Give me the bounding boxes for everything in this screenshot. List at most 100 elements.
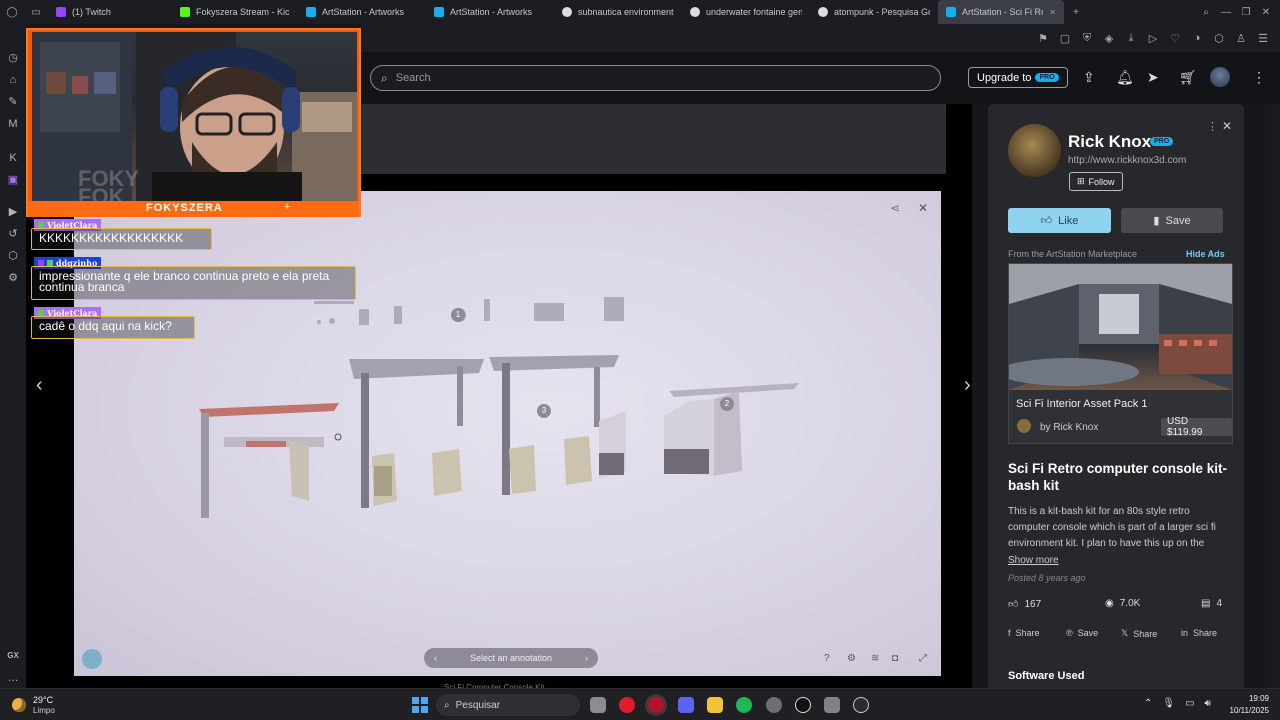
close-window-icon[interactable]: ✕: [1258, 7, 1274, 18]
3d-model-viewer[interactable]: 1 2 3 ⋖ ✕ ‹ Select an annotation › ? ⚙ ≋…: [74, 191, 941, 676]
upgrade-button[interactable]: Upgrade to PRO: [968, 67, 1068, 88]
next-artwork-icon[interactable]: ›: [964, 374, 971, 397]
hide-ads-link[interactable]: Hide Ads: [1186, 249, 1225, 259]
annotation-navigator[interactable]: ‹ Select an annotation ›: [424, 648, 598, 668]
heart-icon[interactable]: ♡: [1168, 32, 1182, 45]
share-facebook[interactable]: f Share: [1008, 628, 1040, 638]
search-tabs-icon[interactable]: ⌕: [1198, 7, 1214, 18]
more-options-icon[interactable]: ⋮: [1252, 69, 1266, 86]
twitch-app-icon[interactable]: ▣: [5, 172, 21, 188]
snapshot-icon[interactable]: ▢: [1058, 32, 1072, 45]
show-more-link[interactable]: Show more: [1008, 555, 1059, 566]
tab-close-icon[interactable]: ✕: [1049, 8, 1056, 17]
network-icon[interactable]: ▭: [1185, 698, 1194, 709]
artist-website-link[interactable]: http://www.rickknox3d.com: [1068, 155, 1186, 166]
layers-icon[interactable]: ≋: [871, 653, 879, 664]
help-icon[interactable]: ?: [824, 653, 830, 664]
share-linkedin[interactable]: in Share: [1181, 628, 1217, 638]
tab-artstation-2[interactable]: ArtStation - Artworks: [426, 0, 554, 24]
steam-icon[interactable]: [766, 697, 782, 713]
page-scrollbar[interactable]: [1271, 104, 1280, 688]
more-icon[interactable]: …: [5, 670, 21, 686]
like-button[interactable]: 👍︎ Like: [1008, 208, 1111, 233]
annotation-prev-icon[interactable]: ‹: [434, 653, 437, 663]
task-view-icon[interactable]: [590, 697, 606, 713]
messages-icon[interactable]: ➤: [1147, 69, 1159, 86]
start-button-icon[interactable]: [412, 697, 428, 713]
vpn-icon[interactable]: ◈: [1102, 32, 1116, 45]
tab-google-atompunk[interactable]: atompunk - Pesquisa Goo: [810, 0, 938, 24]
extensions-sidebar-icon[interactable]: ⬡: [5, 248, 21, 264]
history-icon[interactable]: ↺: [5, 226, 21, 242]
tab-menu-icon[interactable]: ▭: [24, 0, 48, 24]
vr-icon[interactable]: ◘: [892, 653, 898, 664]
panel-close-icon[interactable]: ✕: [1222, 119, 1232, 133]
maximize-icon[interactable]: ❐: [1238, 7, 1254, 18]
unreal-engine-icon[interactable]: [795, 697, 811, 713]
opera-gx-icon[interactable]: [648, 697, 664, 713]
previous-artwork-icon[interactable]: ‹: [36, 374, 43, 397]
wallet-icon[interactable]: ◑: [1190, 32, 1204, 44]
tab-kick[interactable]: Fokyszera Stream - Kick: [172, 0, 298, 24]
tab-artstation-active[interactable]: ArtStation - Sci Fi Retro c ✕: [938, 0, 1064, 24]
share-pinterest[interactable]: ℗ Save: [1066, 628, 1098, 638]
opera-logo-icon[interactable]: ◯: [0, 0, 24, 24]
shield-icon[interactable]: ⛨: [1080, 32, 1094, 45]
panel-more-icon[interactable]: ⋮: [1207, 120, 1218, 133]
search-input[interactable]: ⌕ Search: [370, 65, 941, 91]
save-button[interactable]: ▮ Save: [1121, 208, 1223, 233]
annotation-next-icon[interactable]: ›: [585, 653, 588, 663]
settings-taskbar-icon[interactable]: [824, 697, 840, 713]
clock-date[interactable]: 10/11/2025: [1221, 706, 1269, 715]
discord-icon[interactable]: [678, 697, 694, 713]
taskbar-search[interactable]: ⌕ Pesquisar: [436, 694, 580, 716]
marketplace-ad-card[interactable]: Sci Fi Interior Asset Pack 1 by Rick Kno…: [1008, 263, 1233, 444]
tray-chevron-icon[interactable]: ⌃: [1144, 698, 1152, 709]
annotation-hotspot-3[interactable]: 3: [537, 404, 551, 418]
download-icon[interactable]: ⤓: [1124, 32, 1138, 45]
share-viewer-icon[interactable]: ⋖: [890, 201, 900, 215]
weather-moon-icon[interactable]: [12, 698, 26, 712]
settings-icon[interactable]: ⚙: [5, 270, 21, 286]
mail-icon[interactable]: M: [5, 116, 21, 132]
notes-icon[interactable]: ✎: [5, 94, 21, 110]
follow-button[interactable]: ⊞ Follow: [1069, 172, 1123, 191]
volume-icon[interactable]: 🔊︎: [1205, 698, 1211, 709]
obs-icon[interactable]: [853, 697, 869, 713]
player-icon[interactable]: ▶: [5, 204, 21, 220]
settings-viewer-icon[interactable]: ⚙: [847, 653, 856, 664]
upload-icon[interactable]: ⇪: [1083, 69, 1095, 86]
share-x[interactable]: 𝕏 Share: [1121, 628, 1157, 639]
user-avatar[interactable]: [1210, 67, 1230, 87]
kick-app-icon[interactable]: K: [5, 150, 21, 166]
new-tab-button[interactable]: +: [1064, 0, 1088, 24]
microphone-icon[interactable]: 🎙︎: [1162, 698, 1175, 709]
gx-control-label[interactable]: GX: [5, 648, 21, 664]
play-icon[interactable]: ▷: [1146, 32, 1160, 45]
close-viewer-icon[interactable]: ✕: [918, 201, 928, 215]
fullscreen-icon[interactable]: ⤢: [919, 653, 927, 664]
artist-name[interactable]: Rick Knox: [1068, 132, 1151, 152]
extensions-icon[interactable]: ⬡: [1212, 32, 1226, 45]
clock-time[interactable]: 19:09: [1221, 694, 1269, 703]
cart-icon[interactable]: 🛒︎: [1179, 69, 1197, 86]
bookmark-icon[interactable]: ⚑: [1036, 32, 1050, 45]
sketchfab-logo-icon[interactable]: [82, 649, 102, 669]
ad-title[interactable]: Sci Fi Interior Asset Pack 1: [1016, 398, 1147, 410]
annotation-hotspot-1[interactable]: 1: [451, 308, 465, 322]
tab-artstation-1[interactable]: ArtStation - Artworks: [298, 0, 426, 24]
profile-icon[interactable]: ♙: [1234, 32, 1248, 45]
minimize-icon[interactable]: —: [1218, 7, 1234, 18]
tab-google-subnautica[interactable]: subnautica environments: [554, 0, 682, 24]
notifications-icon[interactable]: 🔔︎: [1116, 69, 1134, 86]
file-explorer-icon[interactable]: [707, 697, 723, 713]
tab-google-underwater[interactable]: underwater fontaine gens: [682, 0, 810, 24]
weather-temperature[interactable]: 29°C: [33, 695, 53, 705]
opera-icon[interactable]: [619, 697, 635, 713]
menu-icon[interactable]: ☰: [1256, 32, 1270, 45]
annotation-hotspot-2[interactable]: 2: [720, 397, 734, 411]
gx-corner-icon[interactable]: ⌂: [5, 72, 21, 88]
spotify-icon[interactable]: [736, 697, 752, 713]
speed-dial-icon[interactable]: ◷: [5, 50, 21, 66]
tab-twitch[interactable]: (1) Twitch: [48, 0, 172, 24]
